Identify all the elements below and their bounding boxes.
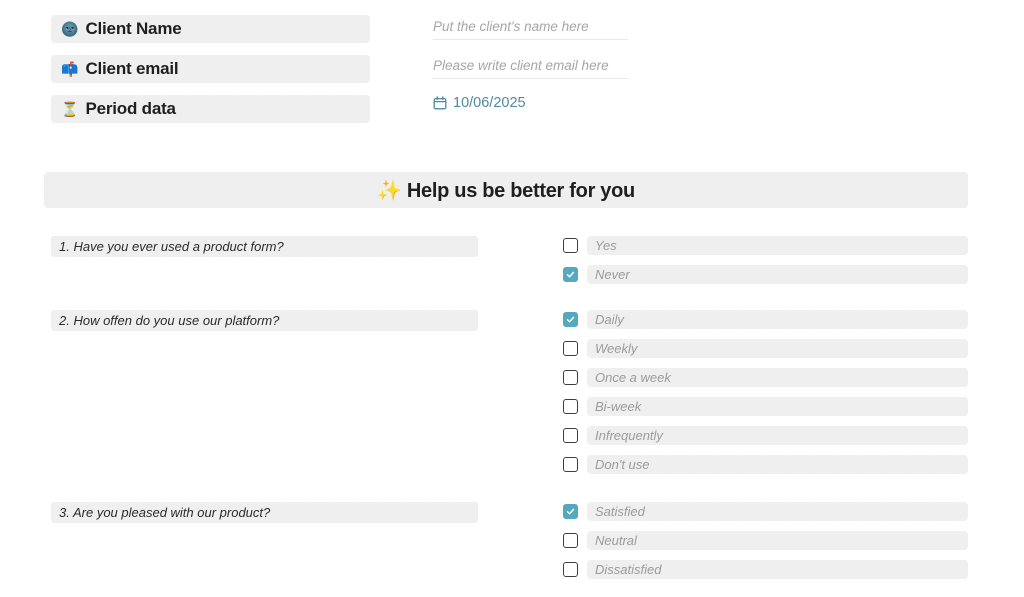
option-label[interactable]: Yes [587,236,968,255]
mailbox-icon: 📫 [61,61,79,77]
option-label[interactable]: Infrequently [587,426,968,445]
check-icon [566,271,575,278]
checkbox-checked[interactable] [563,312,578,327]
option-label[interactable]: Dissatisfied [587,560,968,579]
checkbox-unchecked[interactable] [563,399,578,414]
period-date-text: 10/06/2025 [453,95,526,111]
client-info-labels: 🌚 Client Name 📫 Client email ⏳ Period da… [51,15,370,135]
survey-banner: ✨ Help us be better for you [44,172,968,208]
check-icon [566,508,575,515]
field-client-name[interactable]: 🌚 Client Name [51,15,370,43]
option-label[interactable]: Daily [587,310,968,329]
option-label[interactable]: Satisfied [587,502,968,521]
checkbox-unchecked[interactable] [563,370,578,385]
field-client-email[interactable]: 📫 Client email [51,55,370,83]
option-row[interactable]: Yes [563,236,968,255]
option-row[interactable]: Dissatisfied [563,560,968,579]
checkbox-unchecked[interactable] [563,428,578,443]
page-title: ✨ Help us be better for you [377,179,635,202]
option-row[interactable]: Don't use [563,455,968,474]
checkbox-unchecked[interactable] [563,238,578,253]
question-2[interactable]: 2. How offen do you use our platform? [51,310,478,331]
option-label[interactable]: Weekly [587,339,968,358]
checkbox-checked[interactable] [563,267,578,282]
option-row[interactable]: Satisfied [563,502,968,521]
question-1[interactable]: 1. Have you ever used a product form? [51,236,478,257]
option-row[interactable]: Daily [563,310,968,329]
checkbox-checked[interactable] [563,504,578,519]
checkbox-unchecked[interactable] [563,562,578,577]
client-info-values: Put the client's name here Please write … [433,15,763,111]
hourglass-icon: ⏳ [61,101,79,117]
field-period-data-label: Period data [85,99,176,118]
client-name-input[interactable]: Put the client's name here [433,15,628,40]
option-row[interactable]: Once a week [563,368,968,387]
checkbox-unchecked[interactable] [563,341,578,356]
option-label[interactable]: Once a week [587,368,968,387]
checkbox-unchecked[interactable] [563,533,578,548]
question-3[interactable]: 3. Are you pleased with our product? [51,502,478,523]
check-icon [566,316,575,323]
option-row[interactable]: Bi-week [563,397,968,416]
option-row[interactable]: Infrequently [563,426,968,445]
option-row[interactable]: Neutral [563,531,968,550]
question-2-text: 2. How offen do you use our platform? [59,313,280,328]
question-3-text: 3. Are you pleased with our product? [59,505,271,520]
form-page: 🌚 Client Name 📫 Client email ⏳ Period da… [0,0,1024,597]
client-email-input[interactable]: Please write client email here [433,54,628,79]
field-client-name-label: Client Name [85,19,182,38]
calendar-icon [433,96,447,110]
field-client-email-label: Client email [85,59,179,78]
option-row[interactable]: Weekly [563,339,968,358]
checkbox-unchecked[interactable] [563,457,578,472]
moon-face-icon: 🌚 [61,21,79,37]
question-1-text: 1. Have you ever used a product form? [59,239,284,254]
option-label[interactable]: Never [587,265,968,284]
option-label[interactable]: Don't use [587,455,968,474]
field-period-data[interactable]: ⏳ Period data [51,95,370,123]
option-label[interactable]: Bi-week [587,397,968,416]
option-label[interactable]: Neutral [587,531,968,550]
option-row[interactable]: Never [563,265,968,284]
period-date-value[interactable]: 10/06/2025 [433,95,526,111]
